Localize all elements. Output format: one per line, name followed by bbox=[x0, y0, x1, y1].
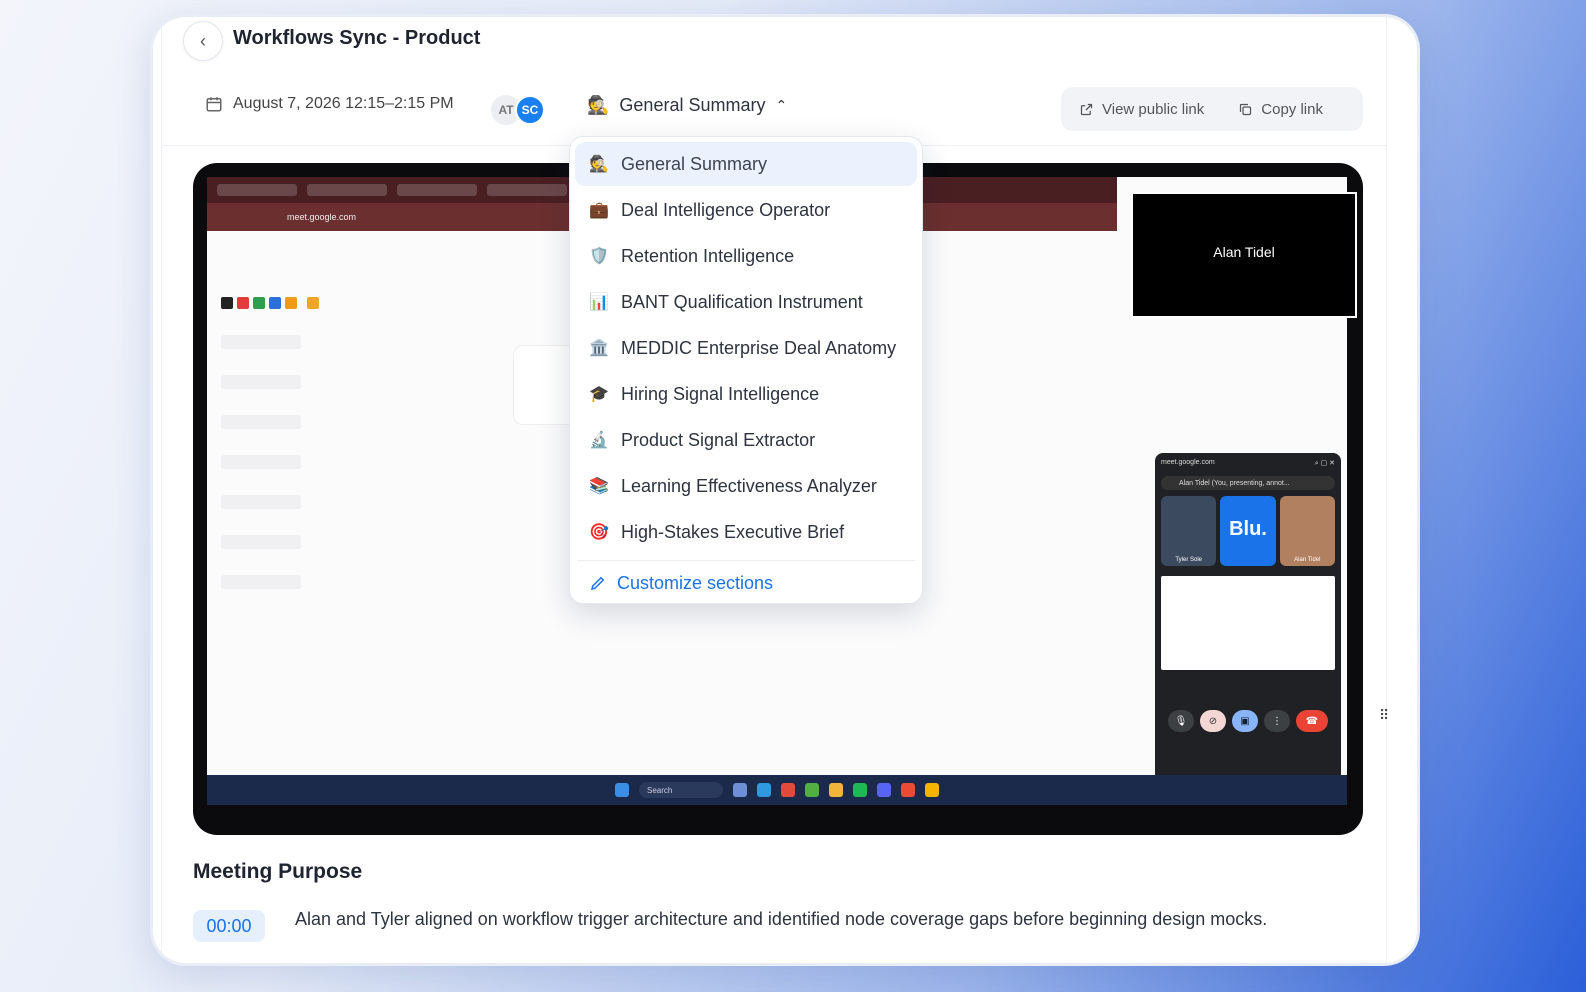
editor-toolbar bbox=[221, 247, 351, 589]
calendar-icon bbox=[206, 97, 222, 112]
share-links: View public link Copy link bbox=[1061, 87, 1363, 131]
date-range-text: August 7, 2026 12:15–2:15 PM bbox=[233, 95, 454, 112]
os-taskbar: Search bbox=[207, 775, 1347, 805]
shield-icon: 🛡️ bbox=[589, 248, 609, 265]
meeting-date: August 7, 2026 12:15–2:15 PM bbox=[205, 95, 454, 113]
participants-avatars[interactable]: AT SC bbox=[491, 95, 545, 125]
summary-template-dropdown: 🕵️ General Summary 💼 Deal Intelligence O… bbox=[569, 136, 923, 604]
color-swatches bbox=[221, 297, 351, 309]
copy-icon bbox=[1240, 103, 1252, 115]
dropdown-item-label: Learning Effectiveness Analyzer bbox=[621, 475, 877, 496]
customize-sections-label: Customize sections bbox=[617, 572, 774, 593]
dropdown-item-executive-brief[interactable]: 🎯 High-Stakes Executive Brief bbox=[575, 510, 917, 554]
speaker-name: Alan Tidel bbox=[1213, 244, 1275, 260]
dropdown-item-label: Deal Intelligence Operator bbox=[621, 199, 831, 220]
dropdown-item-bant[interactable]: 📊 BANT Qualification Instrument bbox=[575, 280, 917, 324]
present-icon: ▣ bbox=[1232, 710, 1258, 732]
bar-chart-icon: 📊 bbox=[589, 294, 609, 311]
chevron-up-icon: ⌃ bbox=[775, 97, 788, 113]
dropdown-item-label: MEDDIC Enterprise Deal Anatomy bbox=[621, 337, 897, 358]
dropdown-item-deal-intelligence[interactable]: 💼 Deal Intelligence Operator bbox=[575, 188, 917, 232]
timestamp-badge[interactable]: 00:00 bbox=[193, 910, 265, 942]
dropdown-item-label: Retention Intelligence bbox=[621, 245, 795, 266]
avatar[interactable]: SC bbox=[515, 95, 545, 125]
copy-link-button[interactable]: Copy link bbox=[1238, 101, 1323, 118]
drag-handle-icon[interactable]: ⠿ bbox=[1379, 707, 1389, 724]
detective-icon: 🕵️ bbox=[587, 95, 610, 115]
dropdown-item-label: High-Stakes Executive Brief bbox=[621, 521, 845, 542]
dropdown-item-product-signal[interactable]: 🔬 Product Signal Extractor bbox=[575, 418, 917, 462]
participant-tile: Alan Tidel bbox=[1279, 496, 1335, 566]
taskbar-search: Search bbox=[639, 782, 723, 798]
dropdown-item-learning-effectiveness[interactable]: 📚 Learning Effectiveness Analyzer bbox=[575, 464, 917, 508]
participant-tiles: Tyler Sole Blu. Alan Tidel bbox=[1161, 496, 1335, 566]
dropdown-item-retention-intelligence[interactable]: 🛡️ Retention Intelligence bbox=[575, 234, 917, 278]
briefcase-icon: 💼 bbox=[589, 202, 609, 219]
classical-building-icon: 🏛️ bbox=[589, 340, 609, 357]
camera-off-icon: ⊘ bbox=[1200, 710, 1226, 732]
meet-panel-header: meet.google.com ⌕ ▢ ✕ bbox=[1161, 459, 1335, 467]
dropdown-item-label: Hiring Signal Intelligence bbox=[621, 383, 820, 404]
dropdown-item-general-summary[interactable]: 🕵️ General Summary bbox=[575, 142, 917, 186]
detective-icon: 🕵️ bbox=[589, 156, 609, 173]
microscope-icon: 🔬 bbox=[589, 432, 609, 449]
page-title: Workflows Sync - Product bbox=[233, 27, 481, 49]
meet-user-label: Alan Tidel (You, presenting, annot... bbox=[1161, 476, 1335, 490]
back-button[interactable]: ‹ bbox=[183, 21, 223, 61]
section-text: Alan and Tyler aligned on workflow trigg… bbox=[295, 909, 1268, 929]
more-icon: ⋮ bbox=[1264, 710, 1290, 732]
meet-controls: 🎙 ⊘ ▣ ⋮ ☎ bbox=[1161, 710, 1335, 732]
mic-icon: 🎙 bbox=[1168, 710, 1194, 732]
copy-link-label: Copy link bbox=[1261, 100, 1323, 118]
screen-share-preview bbox=[1161, 576, 1335, 670]
dropdown-item-label: BANT Qualification Instrument bbox=[621, 291, 863, 312]
dropdown-item-meddic[interactable]: 🏛️ MEDDIC Enterprise Deal Anatomy bbox=[575, 326, 917, 370]
books-icon: 📚 bbox=[589, 478, 609, 495]
dropdown-item-hiring-signal[interactable]: 🎓 Hiring Signal Intelligence bbox=[575, 372, 917, 416]
customize-sections-button[interactable]: Customize sections bbox=[575, 561, 917, 605]
participant-tile: Blu. bbox=[1220, 496, 1276, 566]
dropdown-item-label: Product Signal Extractor bbox=[621, 429, 816, 450]
meet-floating-panel: meet.google.com ⌕ ▢ ✕ Alan Tidel (You, pr… bbox=[1155, 453, 1341, 785]
selected-template-label: General Summary bbox=[619, 95, 766, 115]
dropdown-item-label: General Summary bbox=[621, 153, 768, 174]
graduation-cap-icon: 🎓 bbox=[589, 386, 609, 403]
active-speaker-tile: Alan Tidel bbox=[1131, 192, 1357, 318]
external-link-icon bbox=[1080, 103, 1093, 115]
participant-tile: Tyler Sole bbox=[1161, 496, 1217, 566]
section-title: Meeting Purpose bbox=[193, 860, 363, 883]
summary-template-select[interactable]: 🕵️ General Summary ⌃ bbox=[587, 95, 787, 116]
hang-up-icon: ☎ bbox=[1296, 710, 1328, 732]
chevron-left-icon: ‹ bbox=[200, 30, 206, 51]
view-public-link-button[interactable]: View public link bbox=[1079, 101, 1204, 118]
pencil-icon bbox=[590, 576, 605, 591]
target-icon: 🎯 bbox=[589, 524, 609, 541]
view-public-link-label: View public link bbox=[1102, 100, 1205, 118]
